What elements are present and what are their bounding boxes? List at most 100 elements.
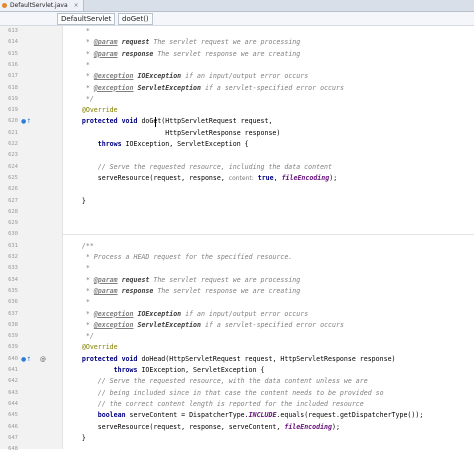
code-token: , <box>273 173 282 182</box>
code-text[interactable]: HttpServletResponse response) <box>66 128 280 139</box>
code-text[interactable]: * @param response The servlet response w… <box>66 49 300 60</box>
code-text[interactable]: * @param request The servlet request we … <box>66 37 300 48</box>
code-token: serveResource(request, response, serveCo… <box>66 422 285 431</box>
code-token: true <box>253 173 274 182</box>
code-text[interactable]: boolean serveContent = DispatcherType.IN… <box>66 410 424 421</box>
code-token: */ <box>66 332 94 341</box>
code-token: INCLUDE <box>248 411 277 420</box>
code-text[interactable]: * @exception ServletException if a servl… <box>66 320 344 331</box>
code-token: * <box>66 72 94 81</box>
code-text[interactable]: * @exception ServletException if a servl… <box>66 83 344 94</box>
code-token: protected void <box>66 354 142 363</box>
java-file-icon <box>2 3 7 8</box>
code-text[interactable]: */ <box>66 94 94 105</box>
code-token: doGet(HttpServletRequest request, <box>141 117 273 126</box>
line-number: 615 <box>8 50 18 57</box>
annotation-at-icon[interactable]: @ <box>40 354 46 365</box>
code-text[interactable]: * <box>66 26 90 37</box>
code-text[interactable]: @Override <box>66 342 118 353</box>
close-tab-icon[interactable]: × <box>74 2 79 9</box>
line-number: 630 <box>8 231 18 238</box>
line-number: 619 <box>8 95 18 102</box>
code-line: 640 protected void doHead(HttpServletReq… <box>0 354 474 365</box>
code-token: * <box>66 27 90 35</box>
code-token: IOException, ServletException { <box>141 366 265 374</box>
line-number: 614 <box>8 39 18 46</box>
method-separator <box>63 234 474 236</box>
code-text[interactable]: * <box>66 297 90 308</box>
tab-defaultservlet[interactable]: DefaultServlet.java × <box>0 0 84 11</box>
code-text[interactable]: protected void doGet(HttpServletRequest … <box>66 116 273 127</box>
code-line: 637 * @exception IOException if an input… <box>0 309 474 320</box>
code-text[interactable]: */ <box>66 331 94 342</box>
code-token: * <box>66 60 90 69</box>
line-number: 621 <box>8 129 18 136</box>
code-token: protected void <box>66 117 142 126</box>
tab-label: DefaultServlet.java <box>10 2 68 9</box>
code-token: * <box>66 264 90 273</box>
code-text[interactable]: } <box>66 196 86 207</box>
code-token: @param <box>93 38 118 47</box>
code-line: 629 <box>0 218 474 229</box>
line-number: 628 <box>8 208 18 215</box>
code-line: 625 serveResource(request, response, con… <box>0 173 474 184</box>
code-text[interactable]: serveResource(request, response, content… <box>66 173 337 184</box>
code-line: 614 * @param request The servlet request… <box>0 37 474 48</box>
line-number: 635 <box>8 287 18 294</box>
code-text[interactable]: * @param request The servlet request we … <box>66 275 300 286</box>
line-number: 622 <box>8 141 18 147</box>
code-text[interactable]: throws IOException, ServletException { <box>66 139 249 150</box>
code-token: @param <box>93 275 118 284</box>
code-text[interactable]: serveResource(request, response, serveCo… <box>66 422 340 433</box>
code-text[interactable]: * @param response The servlet response w… <box>66 286 300 297</box>
code-text[interactable]: } <box>66 433 86 444</box>
text-cursor <box>155 117 156 128</box>
code-token: /** <box>66 241 94 250</box>
code-line: 621 HttpServletResponse response) <box>0 128 474 139</box>
code-line: 619 @Override <box>0 105 474 116</box>
code-text[interactable]: // Serve the requested resource, includi… <box>66 162 332 173</box>
code-token: The servlet response we are creating <box>153 49 301 58</box>
code-token: IOException <box>133 309 182 318</box>
code-token: serveContent = DispatcherType. <box>129 411 249 420</box>
code-text[interactable]: * @exception IOException if an input/out… <box>66 71 308 82</box>
code-line: 628 <box>0 207 474 218</box>
code-line: 643 // being included since in that case… <box>0 388 474 399</box>
code-token: doHead(HttpServletRequest request, HttpS… <box>141 354 396 363</box>
code-line: 639 */ <box>0 331 474 342</box>
code-token: * Process a HEAD request for the specifi… <box>66 253 293 261</box>
code-text[interactable]: // Serve the requested resource, with th… <box>66 376 368 387</box>
code-line: 648 <box>0 444 474 455</box>
code-text[interactable]: * <box>66 263 90 274</box>
code-token: @param <box>93 49 118 58</box>
code-text[interactable]: * <box>66 60 90 71</box>
line-number: 619 <box>8 107 18 114</box>
code-text[interactable]: protected void doHead(HttpServletRequest… <box>66 354 396 365</box>
line-number: 625 <box>8 174 18 181</box>
code-line: 616 * <box>0 60 474 71</box>
code-line: 618 * @exception ServletException if a s… <box>0 83 474 94</box>
code-text[interactable]: // the correct content length is reporte… <box>66 399 364 410</box>
code-token: IOException <box>133 72 182 81</box>
line-number: 624 <box>8 163 18 170</box>
code-token: @Override <box>66 106 118 115</box>
code-line: 641 throws IOException, ServletException… <box>0 365 474 376</box>
override-method-icon[interactable]: ●↑ <box>21 116 31 127</box>
line-number: 639 <box>8 344 18 351</box>
code-text[interactable]: * Process a HEAD request for the specifi… <box>66 252 292 263</box>
code-text[interactable]: // being included since in that case the… <box>66 388 384 399</box>
code-line: 633 * <box>0 263 474 274</box>
line-number: 627 <box>8 197 18 204</box>
code-text[interactable]: * @exception IOException if an input/out… <box>66 309 308 320</box>
override-method-icon[interactable]: ●↑ <box>21 354 31 365</box>
code-text[interactable]: throws IOException, ServletException { <box>66 365 265 376</box>
code-text[interactable]: /** <box>66 241 94 252</box>
line-number: 639 <box>8 333 18 340</box>
code-token: ServletException <box>133 320 201 329</box>
breadcrumb-class[interactable]: DefaultServlet <box>57 13 116 25</box>
code-line: 635 * @param response The servlet respon… <box>0 286 474 297</box>
code-text[interactable]: @Override <box>66 105 118 116</box>
code-token: * <box>66 49 94 58</box>
breadcrumb-method[interactable]: doGet() <box>118 13 153 25</box>
line-number: 647 <box>8 434 18 441</box>
